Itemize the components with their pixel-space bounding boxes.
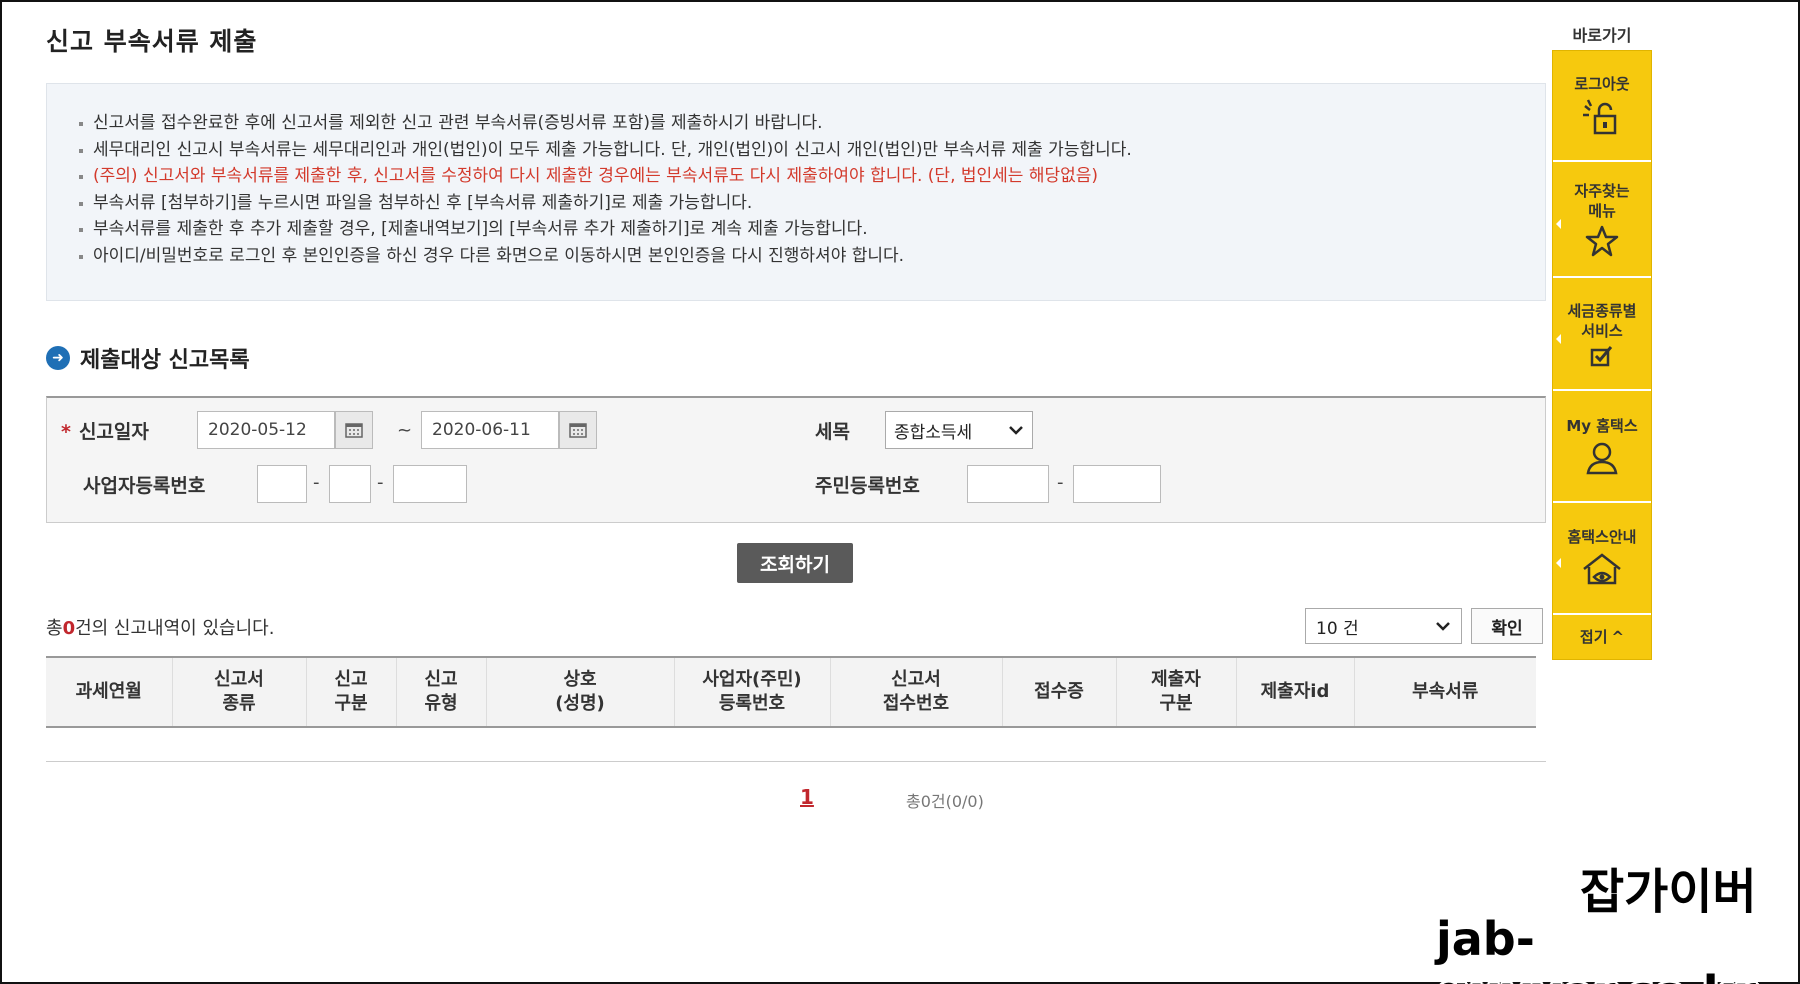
tax-type-select[interactable]: 종합소득세 [885, 411, 1033, 449]
table-bottom-divider [46, 761, 1546, 762]
calendar-icon[interactable] [559, 411, 597, 449]
checkbox-icon [1590, 345, 1614, 367]
confirm-button[interactable]: 확인 [1471, 608, 1543, 644]
quick-menu-title: 바로가기 [1572, 26, 1632, 45]
quick-menu-fold-button[interactable]: 접기 ^ [1553, 615, 1651, 659]
user-icon [1584, 440, 1620, 476]
date-to-input[interactable] [421, 411, 559, 449]
column-header: 상호 (성명) [485, 656, 674, 728]
column-header: 접수증 [1001, 656, 1116, 728]
chevron-up-icon: ^ [1611, 628, 1625, 646]
column-header: 신고서 접수번호 [829, 656, 1002, 728]
biz-number-field-2[interactable] [329, 465, 371, 503]
watermark-url: jab-guyver.co.kr [1436, 912, 1756, 984]
arrow-circle-icon: ➜ [46, 346, 70, 370]
notice-item: 부속서류를 제출한 후 추가 제출할 경우, [제출내역보기]의 [부속서류 추… [77, 216, 1515, 243]
resident-number-field-2[interactable] [1073, 465, 1161, 503]
chevron-down-icon [1436, 622, 1450, 631]
quick-item-my-hometax[interactable]: My 홈택스 [1553, 391, 1651, 503]
dash: - [1057, 472, 1064, 493]
notice-box: 신고서를 접수완료한 후에 신고서를 제외한 신고 관련 부속서류(증빙서류 포… [46, 83, 1546, 301]
result-count: 총0건의 신고내역이 있습니다. [46, 618, 275, 639]
search-button[interactable]: 조회하기 [737, 543, 853, 583]
notice-item: 아이디/비밀번호로 로그인 후 본인인증을 하신 경우 다른 화면으로 이동하시… [77, 243, 1515, 270]
column-header: 신고 유형 [395, 656, 486, 728]
dash: - [313, 472, 320, 493]
resident-number-field-1[interactable] [967, 465, 1049, 503]
quick-item-favorites[interactable]: 자주찾는 메뉴 [1553, 162, 1651, 278]
notice-item-warning: (주의) 신고서와 부속서류를 제출한 후, 신고서를 수정하여 다시 제출한 … [77, 163, 1515, 190]
column-header: 신고서 종류 [171, 656, 306, 728]
column-header: 과세연월 [46, 656, 172, 728]
date-separator: ~ [397, 420, 413, 441]
quick-item-logout[interactable]: 로그아웃 [1553, 51, 1651, 162]
expand-arrow-icon [1556, 333, 1561, 344]
column-header: 신고 구분 [305, 656, 396, 728]
notice-item: 부속서류 [첨부하기]를 누르시면 파일을 첨부하신 후 [부속서류 제출하기]… [77, 190, 1515, 217]
quick-menu-panel: 로그아웃 자주찾는 메뉴 세금종류별 서비스 My 홈택스 홈택스안내 접기 ^ [1552, 50, 1652, 660]
page-info: 총0건(0/0) [906, 792, 984, 811]
column-header: 제출자 구분 [1115, 656, 1236, 728]
notice-item: 신고서를 접수완료한 후에 신고서를 제외한 신고 관련 부속서류(증빙서류 포… [77, 110, 1515, 137]
quick-item-tax-services[interactable]: 세금종류별 서비스 [1553, 278, 1651, 391]
dash: - [377, 472, 384, 493]
section-title: ➜ 제출대상 신고목록 [46, 342, 250, 374]
home-guide-icon [1580, 551, 1624, 589]
chevron-down-icon [1009, 426, 1023, 435]
star-icon [1585, 225, 1619, 257]
expand-arrow-icon [1556, 558, 1561, 568]
quick-menu: 바로가기 로그아웃 자주찾는 메뉴 세금종류별 서비스 My 홈택스 홈택스안내… [1552, 22, 1652, 660]
expand-arrow-icon [1556, 219, 1561, 229]
date-label: * 신고일자 [61, 421, 149, 443]
tax-type-label: 세목 [815, 421, 850, 443]
date-from-input[interactable] [197, 411, 335, 449]
quick-item-hometax-guide[interactable]: 홈택스안내 [1553, 503, 1651, 615]
biz-number-field-1[interactable] [257, 465, 307, 503]
column-header: 사업자(주민) 등록번호 [673, 656, 830, 728]
unlock-icon [1580, 98, 1624, 138]
biz-number-field-3[interactable] [393, 465, 467, 503]
notice-item: 세무대리인 신고시 부속서류는 세무대리인과 개인(법인)이 모두 제출 가능합… [77, 137, 1515, 164]
page-title: 신고 부속서류 제출 [46, 27, 258, 56]
column-header: 부속서류 [1353, 656, 1536, 728]
calendar-icon[interactable] [335, 411, 373, 449]
search-panel: *신고일자 ~ 세목 종합소득세 사업자등록번호 - - 주민등록번호 - [46, 396, 1546, 523]
results-table: 과세연월 신고서 종류 신고 구분 신고 유형 상호 (성명) 사업자(주민) 등록번호 … [46, 656, 1536, 728]
page-size-select[interactable]: 10 건 [1305, 608, 1462, 644]
column-header: 제출자id [1235, 656, 1354, 728]
biz-number-label: 사업자등록번호 [83, 475, 206, 497]
resident-number-label: 주민등록번호 [815, 475, 920, 497]
page-number-current[interactable]: 1 [800, 785, 814, 809]
